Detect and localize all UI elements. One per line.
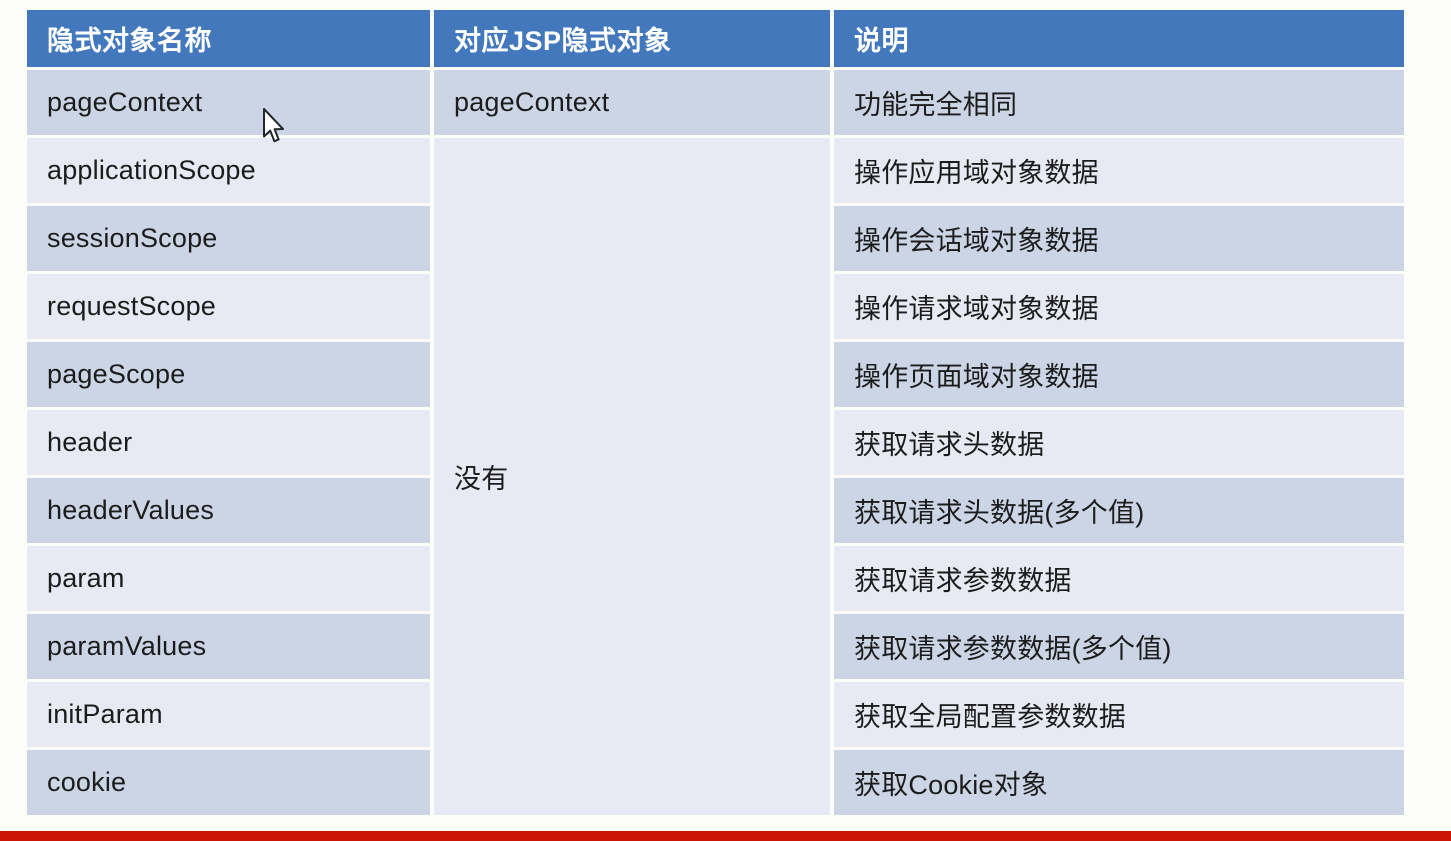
- cell-implicit-object-name: sessionScope: [27, 206, 430, 271]
- cell-implicit-object-name: cookie: [27, 750, 430, 815]
- cell-description: 功能完全相同: [834, 70, 1404, 135]
- cell-description: 获取请求头数据: [834, 410, 1404, 475]
- table-row: pageContext pageContext 功能完全相同: [27, 70, 1404, 135]
- cell-implicit-object-name: paramValues: [27, 614, 430, 679]
- cell-description: 获取全局配置参数数据: [834, 682, 1404, 747]
- cell-description: 操作页面域对象数据: [834, 342, 1404, 407]
- cell-description: 操作请求域对象数据: [834, 274, 1404, 339]
- table-row: applicationScope 没有 操作应用域对象数据: [27, 138, 1404, 815]
- cell-implicit-object-name: applicationScope: [27, 138, 430, 203]
- cell-description: 操作会话域对象数据: [834, 206, 1404, 271]
- header-row: 隐式对象名称 对应JSP隐式对象 说明: [27, 10, 1404, 67]
- cell-implicit-object-name: pageScope: [27, 342, 430, 407]
- bottom-red-bar: [0, 831, 1451, 841]
- comparison-table-container: 隐式对象名称 对应JSP隐式对象 说明 pageContext pageConte…: [27, 10, 1404, 825]
- column-header-description: 说明: [834, 10, 1404, 67]
- implicit-objects-comparison-table: 隐式对象名称 对应JSP隐式对象 说明 pageContext pageConte…: [23, 7, 1408, 818]
- cell-implicit-object-name: param: [27, 546, 430, 611]
- cell-implicit-object-name: initParam: [27, 682, 430, 747]
- cell-description: 获取Cookie对象: [834, 750, 1404, 815]
- cell-implicit-object-name: headerValues: [27, 478, 430, 543]
- table-body: pageContext pageContext 功能完全相同 applicationS…: [27, 70, 1404, 815]
- cell-corresponding-jsp-object: pageContext: [434, 70, 830, 135]
- cell-implicit-object-name: requestScope: [27, 274, 430, 339]
- cell-implicit-object-name: pageContext: [27, 70, 430, 135]
- cell-description: 操作应用域对象数据: [834, 138, 1404, 203]
- column-header-corresponding-jsp-object: 对应JSP隐式对象: [434, 10, 830, 67]
- table-header: 隐式对象名称 对应JSP隐式对象 说明: [27, 10, 1404, 67]
- column-header-implicit-object-name: 隐式对象名称: [27, 10, 430, 67]
- cell-description: 获取请求参数数据(多个值): [834, 614, 1404, 679]
- cell-description: 获取请求参数数据: [834, 546, 1404, 611]
- cell-description: 获取请求头数据(多个值): [834, 478, 1404, 543]
- cell-implicit-object-name: header: [27, 410, 430, 475]
- cell-no-corresponding-jsp-object: 没有: [434, 138, 830, 815]
